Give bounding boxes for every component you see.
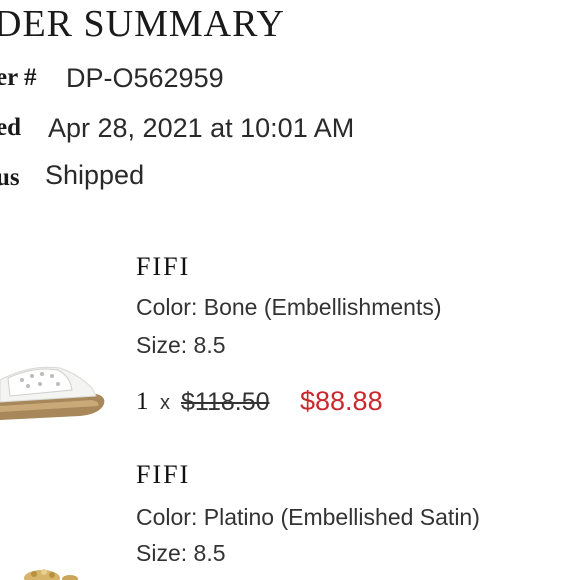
order-placed-label: ed <box>0 114 21 141</box>
product-quantity: 1 <box>136 388 149 415</box>
quantity-times-symbol: x <box>160 392 170 414</box>
white-sandal-image[interactable] <box>0 350 112 422</box>
order-status-value: Shipped <box>45 160 145 190</box>
gold-sandal-image[interactable] <box>20 564 80 580</box>
product-size: Size: 8.5 <box>136 540 226 566</box>
product-name[interactable]: FIFI <box>136 252 190 282</box>
order-summary-title: DER SUMMARY <box>0 3 285 45</box>
order-number-label: er # <box>0 64 37 91</box>
product-size: Size: 8.5 <box>136 332 226 358</box>
product-color: Color: Platino (Embellished Satin) <box>136 504 480 530</box>
order-number-value: DP-O562959 <box>66 63 224 93</box>
product-name[interactable]: FIFI <box>136 460 190 490</box>
original-price: $118.50 <box>181 388 270 416</box>
order-placed-value: Apr 28, 2021 at 10:01 AM <box>48 113 355 143</box>
sale-price: $88.88 <box>300 386 383 416</box>
product-color: Color: Bone (Embellishments) <box>136 294 442 320</box>
order-status-label: us <box>0 164 20 191</box>
